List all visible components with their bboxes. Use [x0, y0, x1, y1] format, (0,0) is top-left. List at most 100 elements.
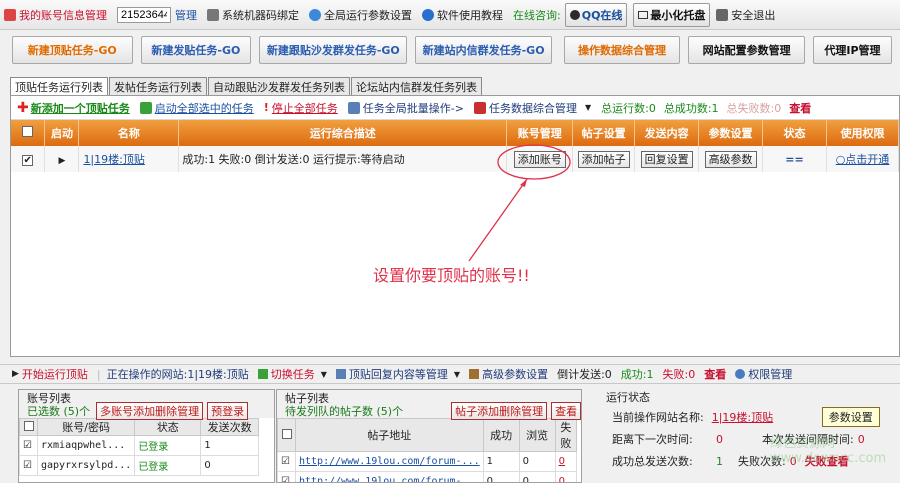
task-tabs: 顶贴任务运行列表 发帖任务运行列表 自动跟贴沙发群发任务列表 论坛站内信群发任务… [0, 77, 900, 95]
settings-icon [469, 369, 480, 379]
checkbox-checked[interactable]: ☑ [19, 455, 38, 476]
view-link[interactable]: 查看 [704, 366, 726, 382]
new-post-task-button[interactable]: 新建发贴任务-GO [140, 36, 252, 64]
permission-mgmt-button[interactable]: 权限管理 [735, 366, 792, 382]
new-top-task-button[interactable]: 新建顶贴任务-GO [12, 36, 133, 64]
post-fail[interactable]: 0 [554, 451, 578, 472]
send-count: 1 [200, 435, 259, 456]
post-views: 0 [518, 451, 556, 472]
site-value[interactable]: 1|19楼:顶贴 [712, 409, 812, 425]
proxy-ip-button[interactable]: 代理IP管理 [812, 36, 892, 64]
advanced-settings-button[interactable]: 高级参数设置 [469, 366, 548, 382]
dropdown-icon: ▼ [320, 369, 327, 379]
checkbox-checked[interactable]: ☑ [277, 471, 296, 482]
table-row: ☑ http://www.19lou.com/forum-... 1 0 0 [277, 451, 578, 472]
next-label: 距离下一次时间: [612, 433, 693, 446]
tab-pm-task[interactable]: 论坛站内信群发任务列表 [351, 77, 482, 95]
new-pm-task-button[interactable]: 新建站内信群发任务-GO [415, 36, 552, 64]
account-manage-link[interactable]: 我的账号信息管理 [4, 7, 107, 23]
post-manage-button[interactable]: 帖子添加删除管理 [451, 401, 548, 420]
safe-exit-link[interactable]: 安全退出 [716, 7, 775, 23]
qq-online-button[interactable]: QQ在线 [564, 2, 628, 27]
account-value: gapyrxrsylpd... [36, 455, 136, 476]
switch-icon [257, 369, 268, 379]
tab-follow-task[interactable]: 自动跟贴沙发群发任务列表 [208, 77, 350, 95]
col-success: 成功 [482, 418, 520, 452]
watermark-logo: 绿色资源网 www.downcc.com [770, 436, 887, 466]
col-status: 状态 [134, 418, 202, 436]
minimize-tray-button[interactable]: 最小化托盘 [633, 2, 711, 27]
total-value: 1 [716, 454, 723, 468]
post-views: 0 [518, 471, 556, 482]
col-fail: 失败 [554, 418, 578, 452]
post-url[interactable]: http://www.19lou.com/forum-... [295, 471, 484, 482]
machine-bind-link[interactable]: 系统机器码绑定 [207, 7, 299, 23]
col-views: 浏览 [518, 418, 556, 452]
col-account: 账号/密码 [36, 418, 136, 436]
fail-count: 失败:0 [662, 368, 696, 381]
checkbox[interactable] [23, 420, 34, 431]
consult-label: 在线咨询: [513, 8, 561, 22]
post-url[interactable]: http://www.19lou.com/forum-... [295, 451, 484, 472]
post-view-button[interactable]: 查看 [551, 401, 581, 420]
user-icon [4, 8, 16, 21]
annotation-arrow [468, 144, 571, 262]
checkbox-checked[interactable]: ☑ [19, 435, 38, 456]
account-table-header: 账号/密码 状态 发送次数 [19, 418, 259, 436]
global-params-link[interactable]: 全局运行参数设置 [309, 7, 412, 23]
reply-mgmt-button[interactable]: 顶贴回复内容等管理 ▼ [335, 366, 461, 382]
table-row: ☑ rxmiaqpwhel... 已登录 1 [19, 435, 259, 456]
checkbox-header[interactable] [19, 418, 38, 436]
success-count: 成功:1 [620, 368, 654, 381]
exit-icon [716, 8, 729, 21]
shield-icon [735, 369, 746, 379]
current-site: 正在操作的网站:1|19楼:顶贴 [106, 368, 249, 381]
post-table: 帖子地址 成功 浏览 失败 ☑ http://www.19lou.com/for… [277, 418, 578, 482]
arrow-line [468, 178, 528, 262]
checkbox-checked[interactable]: ☑ [277, 451, 296, 472]
account-selected-row: 已选数 (5)个 多账号添加删除管理 预登录 [19, 401, 274, 420]
multi-account-button[interactable]: 多账号添加删除管理 [96, 401, 204, 420]
tab-top-task[interactable]: 顶贴任务运行列表 [10, 77, 108, 95]
manage-link[interactable]: 管理 [175, 7, 197, 23]
post-success: 1 [482, 451, 520, 472]
account-list-panel: 账号列表 已选数 (5)个 多账号添加删除管理 预登录 账号/密码 状态 发送次… [18, 389, 275, 483]
start-run-button[interactable]: ▶ 开始运行顶贴 [12, 366, 88, 382]
separator: | [96, 367, 101, 381]
tutorial-link[interactable]: 软件使用教程 [422, 7, 503, 23]
table-row: ☑ gapyrxrsylpd... 已登录 0 [19, 455, 259, 476]
task-panel: ✚ 新添加一个顶贴任务 启动全部选中的任务 ! 停止全部任务 任务全局批量操作-> … [10, 95, 900, 357]
switch-task-button[interactable]: 切换任务 ▼ [257, 366, 327, 382]
next-value: 0 [716, 432, 723, 446]
dropdown-icon: ▼ [453, 369, 461, 379]
site-config-button[interactable]: 网站配置参数管理 [688, 36, 805, 64]
computer-icon [207, 8, 219, 21]
tray-icon [638, 10, 649, 19]
globe-icon [309, 8, 321, 21]
post-table-header: 帖子地址 成功 浏览 失败 [277, 418, 578, 452]
account-table: 账号/密码 状态 发送次数 ☑ rxmiaqpwhel... 已登录 1 ☑ g… [19, 418, 259, 476]
tab-post-task[interactable]: 发帖任务运行列表 [109, 77, 207, 95]
post-fail[interactable]: 0 [554, 471, 578, 482]
col-url: 帖子地址 [295, 418, 484, 452]
account-status: 已登录 [134, 435, 202, 456]
top-toolbar: 我的账号信息管理 管理 系统机器码绑定 全局运行参数设置 软件使用教程 在线咨询… [0, 0, 900, 30]
param-setting-button[interactable]: 参数设置 [821, 407, 880, 427]
checkbox-header[interactable] [277, 418, 296, 452]
post-list-panel: 帖子列表 待发列队的帖子数 (5)个 帖子添加删除管理 查看 帖子地址 成功 浏… [276, 389, 582, 483]
account-value: rxmiaqpwhel... [36, 435, 136, 456]
play-icon: ▶ [12, 369, 19, 379]
pre-login-button[interactable]: 预登录 [207, 401, 249, 420]
account-status: 已登录 [134, 455, 202, 476]
checkbox[interactable] [281, 428, 292, 439]
table-row: ☑ http://www.19lou.com/forum-... 0 0 0 [277, 471, 578, 482]
countdown: 倒计发送:0 [557, 368, 612, 381]
data-manage-button[interactable]: 操作数据综合管理 [563, 36, 681, 64]
help-icon [422, 8, 434, 21]
doc-icon [335, 369, 346, 379]
total-label: 成功总发送次数: [612, 455, 693, 468]
account-id-field[interactable] [117, 6, 171, 23]
new-follow-task-button[interactable]: 新建跟贴沙发群发任务-GO [259, 36, 408, 64]
run-toolbar: ▶ 开始运行顶贴 | 正在操作的网站:1|19楼:顶贴 切换任务 ▼ 顶贴回复内容等… [0, 364, 900, 384]
account-selected-count: 已选数 (5)个 [27, 404, 91, 418]
